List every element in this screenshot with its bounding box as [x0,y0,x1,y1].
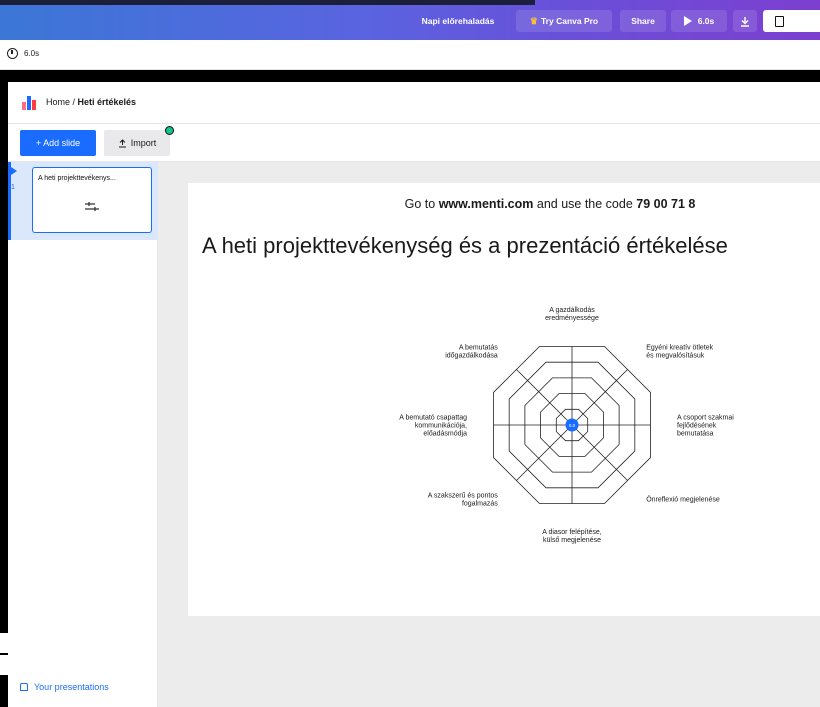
notification-dot [165,126,174,135]
slide-duration[interactable]: 6.0s [24,49,39,58]
join-url: www.menti.com [438,197,534,211]
download-icon [741,16,749,27]
timing-strip: 6.0s [0,40,820,70]
breadcrumb-separator: / [70,97,78,107]
import-button[interactable]: Import [104,126,174,156]
timer-icon[interactable] [7,48,18,59]
radar-axis-label: A szakszerű és pontos fogalmazás [428,493,499,508]
home-icon [20,683,28,691]
background-fragment [0,633,8,653]
slide-thumbnail[interactable]: A heti projekttevékenys... [32,167,152,233]
radar-axis-label: Önreflexió megjelenése [646,496,720,504]
print-button[interactable]: Print L [763,10,820,32]
join-prefix: Go to [404,197,439,211]
slide-number: 1 [11,184,15,191]
print-label: Print L [790,16,817,26]
radar-axis-label: A gazdálkodás eredményessége [545,307,599,322]
play-marker-icon [11,167,17,175]
slide-sidebar: 1 A heti projekttevékenys... Your presen… [8,162,158,707]
background-fragment [0,655,8,675]
join-instructions: Go to www.menti.com and use the code 79 … [188,197,820,211]
slide-canvas-area: Go to www.menti.com and use the code 79 … [158,162,820,707]
editor-header: Home / Heti értékelés [8,82,820,124]
breadcrumb-home[interactable]: Home [46,97,70,107]
try-pro-label: Try Canva Pro [540,16,599,26]
question-title: A heti projekttevékenység és a prezentác… [202,233,728,258]
your-presentations-label: Your presentations [34,682,109,692]
share-button[interactable]: Share [620,10,666,32]
scales-icon [85,202,99,211]
editor-toolbar: + Add slide Import [8,124,820,162]
radar-center-value: 0.0 [569,423,576,428]
upload-icon [118,138,126,147]
slide-list-item[interactable]: 1 A heti projekttevékenys... [8,162,158,240]
breadcrumb: Home / Heti értékelés [46,97,136,107]
slide-thumbnail-title: A heti projekttevékenys... [38,175,116,182]
progress-button[interactable]: Napi előrehaladás [408,10,508,32]
download-button[interactable] [733,10,757,32]
add-slide-button[interactable]: + Add slide [20,130,96,156]
slide-preview[interactable]: Go to www.menti.com and use the code 79 … [188,183,820,616]
radar-axis-label: Egyéni kreatív ötletek és megvalósításuk [646,344,713,359]
mentimeter-editor: Home / Heti értékelés + Add slide Import… [8,82,820,707]
join-middle: and use the code [533,197,637,211]
your-presentations-link[interactable]: Your presentations [20,682,109,692]
present-button[interactable]: 6.0s [671,10,727,32]
import-label: Import [130,138,157,148]
mentimeter-logo[interactable] [22,96,38,110]
radar-chart: A gazdálkodás eredményessége Egyéni kreatí… [399,307,734,544]
radar-axis-label: A diasor felépítése, külső megjelenése [542,529,602,544]
radar-axis-label: A bemutató csapattag kommunikációja, előad… [399,415,467,438]
try-pro-button[interactable]: ♛ Try Canva Pro [516,10,612,32]
crown-icon: ♛ [529,15,538,26]
radar-axis-label: A csoport szakmai fejlődésének bemutatása [677,415,734,438]
window-edge [0,0,535,5]
radar-axis-label: A bemutatás időgazdálkodása [445,344,498,359]
document-icon [775,15,785,27]
present-duration: 6.0s [697,16,715,26]
breadcrumb-current: Heti értékelés [77,97,137,107]
join-code: 79 00 71 8 [636,197,696,211]
play-icon [683,16,692,26]
canva-toolbar: Napi előrehaladás ♛ Try Canva Pro Share … [0,0,820,40]
